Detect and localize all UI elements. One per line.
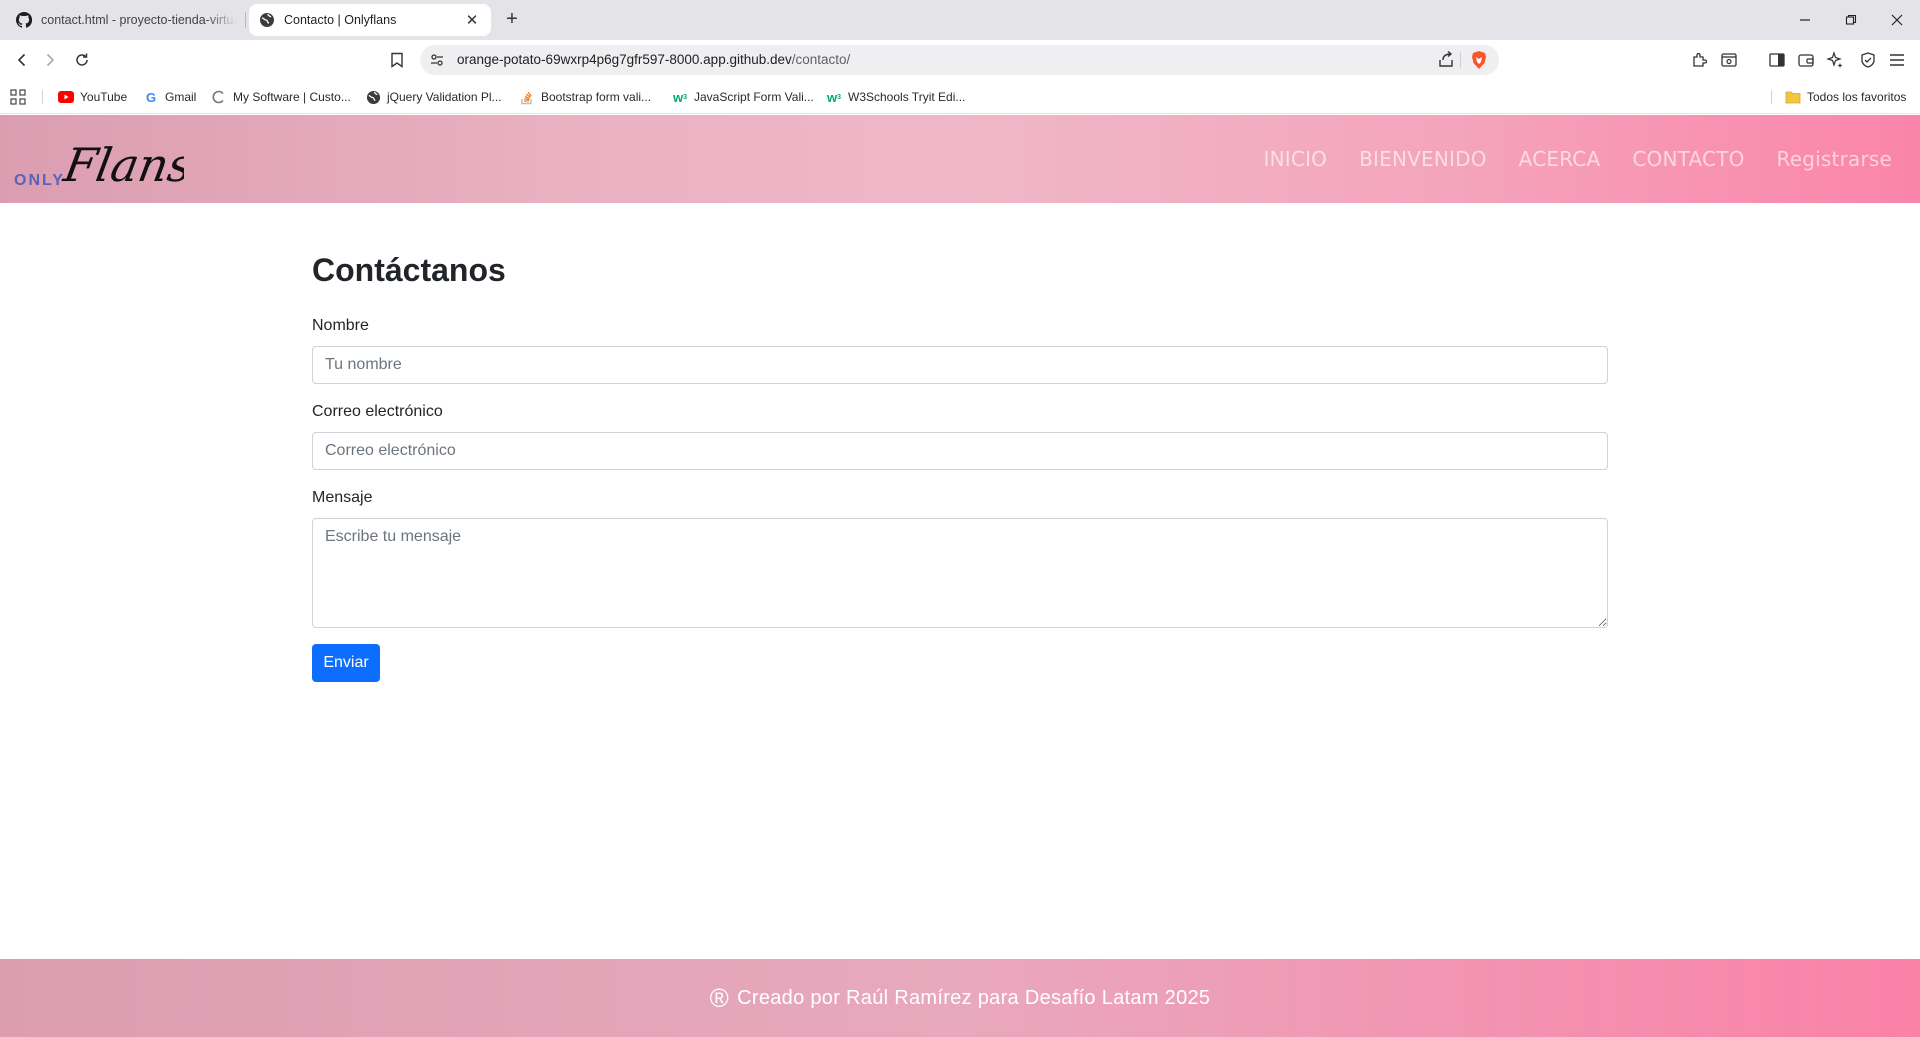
github-icon bbox=[16, 12, 32, 28]
bookmarks-bar: YouTube G Gmail My Software | Custo... j… bbox=[0, 80, 1920, 114]
folder-icon bbox=[1785, 89, 1801, 105]
site-settings-icon[interactable] bbox=[429, 52, 445, 68]
bookmark-label: jQuery Validation Pl... bbox=[387, 90, 502, 104]
url-path: /contacto/ bbox=[791, 52, 851, 67]
globe-icon bbox=[365, 89, 381, 105]
restore-icon[interactable] bbox=[1828, 0, 1874, 40]
close-tab-icon[interactable]: ✕ bbox=[463, 11, 481, 29]
share-icon[interactable] bbox=[1437, 50, 1455, 69]
nav-registrarse[interactable]: Registrarse bbox=[1777, 147, 1892, 171]
bookmarks-divider bbox=[42, 90, 43, 104]
wallet-icon[interactable] bbox=[1794, 48, 1818, 72]
apps-grid-icon[interactable] bbox=[10, 88, 26, 106]
url-text: orange-potato-69wxrp4p6g7gfr597-8000.app… bbox=[457, 52, 850, 67]
address-bar[interactable]: orange-potato-69wxrp4p6g7gfr597-8000.app… bbox=[420, 45, 1499, 75]
c-logo-icon bbox=[211, 89, 227, 105]
message-label: Mensaje bbox=[312, 489, 373, 506]
nav-links: INICIO BIENVENIDO ACERCA CONTACTO Regist… bbox=[1264, 115, 1892, 203]
omnibox-divider bbox=[1460, 52, 1461, 68]
menu-icon[interactable] bbox=[1885, 48, 1909, 72]
tab-title: contact.html - proyecto-tienda-virtual bbox=[41, 13, 236, 27]
bookmark-label: Todos los favoritos bbox=[1807, 90, 1907, 104]
message-textarea[interactable] bbox=[312, 518, 1608, 628]
bookmark-label: YouTube bbox=[80, 90, 128, 104]
site-logo[interactable]: ONLY Flans bbox=[14, 129, 197, 192]
page-title: Contáctanos bbox=[312, 252, 506, 288]
name-input[interactable] bbox=[312, 346, 1608, 384]
footer-text: Creado por Raúl Ramírez para Desafío Lat… bbox=[737, 986, 1211, 1009]
leo-ai-icon[interactable] bbox=[1823, 48, 1847, 72]
nav-bienvenido[interactable]: BIENVENIDO bbox=[1359, 147, 1487, 171]
nav-inicio[interactable]: INICIO bbox=[1264, 147, 1328, 171]
svg-text:Flans: Flans bbox=[59, 138, 184, 189]
email-label: Correo electrónico bbox=[312, 403, 443, 420]
w3schools-icon: w3 bbox=[672, 89, 688, 105]
youtube-icon bbox=[58, 89, 74, 105]
browser-toolbar: orange-potato-69wxrp4p6g7gfr597-8000.app… bbox=[0, 40, 1920, 80]
bookmark-label: Gmail bbox=[165, 90, 197, 104]
google-icon: G bbox=[145, 89, 157, 105]
site-navbar: ONLY Flans INICIO BIENVENIDO ACERCA CONT… bbox=[0, 115, 1920, 203]
bookmark-jquery-validation[interactable]: jQuery Validation Pl... bbox=[365, 88, 502, 106]
email-input[interactable] bbox=[312, 432, 1608, 470]
bookmark-gmail[interactable]: G Gmail bbox=[143, 88, 196, 106]
svg-text:ONLY: ONLY bbox=[14, 172, 65, 189]
bookmark-my-software[interactable]: My Software | Custo... bbox=[211, 88, 351, 106]
tab-title: Contacto | Onlyflans bbox=[284, 13, 397, 27]
new-tab-button[interactable]: + bbox=[501, 9, 523, 31]
minimize-icon[interactable] bbox=[1782, 0, 1828, 40]
name-label: Nombre bbox=[312, 317, 369, 334]
site-footer: ® Creado por Raúl Ramírez para Desafío L… bbox=[0, 959, 1920, 1037]
url-host: orange-potato-69wxrp4p6g7gfr597-8000.app… bbox=[457, 52, 792, 67]
bookmark-label: My Software | Custo... bbox=[233, 90, 351, 104]
extensions-icon[interactable] bbox=[1688, 48, 1712, 72]
bookmark-label: Bootstrap form vali... bbox=[541, 90, 652, 104]
w3schools-icon: w3 bbox=[826, 89, 842, 105]
bookmark-label: JavaScript Form Vali... bbox=[694, 90, 814, 104]
globe-icon bbox=[259, 12, 275, 28]
close-window-icon[interactable] bbox=[1874, 0, 1920, 40]
tab-search-icon[interactable] bbox=[1717, 48, 1741, 72]
registered-symbol: ® bbox=[709, 983, 730, 1013]
forward-icon[interactable] bbox=[38, 48, 62, 72]
browser-tabstrip: contact.html - proyecto-tienda-virtual C… bbox=[0, 0, 1920, 40]
bookmark-bootstrap-form[interactable]: Bootstrap form vali... bbox=[519, 88, 651, 106]
vpn-shield-icon[interactable] bbox=[1856, 48, 1880, 72]
bookmark-icon[interactable] bbox=[385, 48, 409, 72]
bookmark-w3schools-tryit[interactable]: w3 W3Schools Tryit Edi... bbox=[826, 88, 965, 106]
back-icon[interactable] bbox=[10, 48, 34, 72]
bookmark-label: W3Schools Tryit Edi... bbox=[848, 90, 966, 104]
bookmarks-divider bbox=[1771, 90, 1772, 104]
bookmark-javascript-form[interactable]: w3 JavaScript Form Vali... bbox=[672, 88, 814, 106]
submit-button[interactable]: Enviar bbox=[312, 644, 380, 682]
brave-shields-icon[interactable] bbox=[1469, 50, 1489, 70]
nav-acerca[interactable]: ACERCA bbox=[1519, 147, 1601, 171]
bookmark-youtube[interactable]: YouTube bbox=[58, 88, 127, 106]
browser-tab-contacto[interactable]: Contacto | Onlyflans ✕ bbox=[249, 4, 491, 36]
all-bookmarks-folder[interactable]: Todos los favoritos bbox=[1785, 88, 1906, 106]
stackoverflow-icon bbox=[519, 89, 535, 105]
browser-tab-github[interactable]: contact.html - proyecto-tienda-virtual bbox=[6, 4, 246, 36]
sidebar-icon[interactable] bbox=[1765, 48, 1789, 72]
reload-icon[interactable] bbox=[70, 48, 94, 72]
nav-contacto[interactable]: CONTACTO bbox=[1632, 147, 1744, 171]
tab-separator bbox=[245, 12, 246, 28]
